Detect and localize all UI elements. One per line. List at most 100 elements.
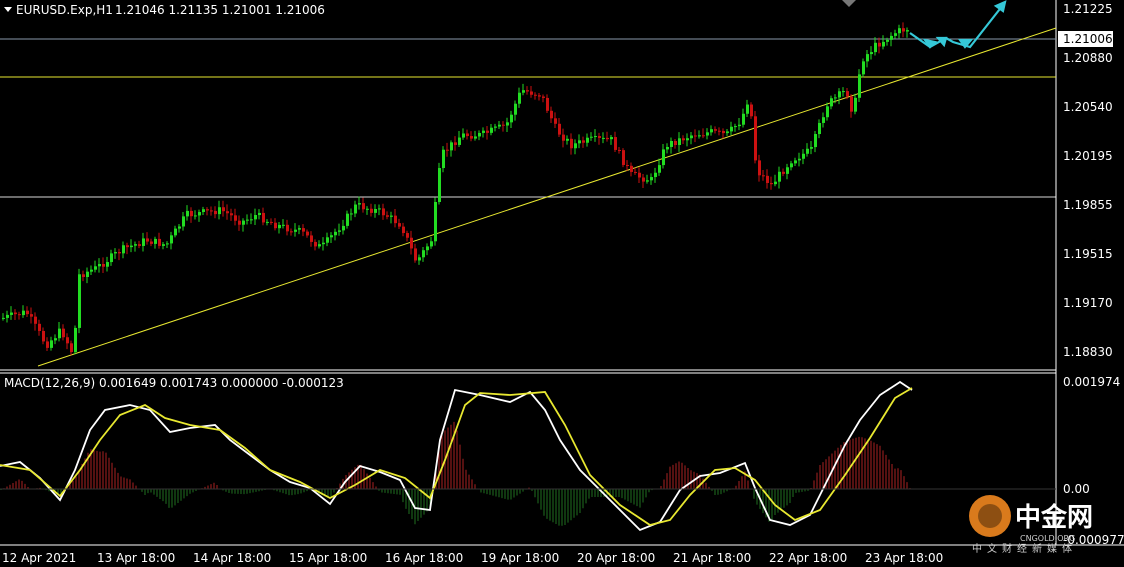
candle-body	[70, 343, 73, 353]
candle-body	[222, 207, 225, 212]
candle-body	[142, 238, 145, 246]
candle-body	[902, 28, 905, 32]
candle-body	[318, 244, 321, 247]
candle-body	[698, 135, 701, 137]
candle-body	[710, 129, 713, 133]
candle-body	[246, 219, 249, 221]
candle-body	[402, 226, 405, 234]
candle-body	[122, 245, 125, 254]
candle-body	[58, 328, 61, 339]
candle-body	[110, 253, 113, 263]
candle-body	[802, 153, 805, 159]
candle-body	[370, 208, 373, 213]
candle-body	[154, 238, 157, 244]
candle-body	[310, 235, 313, 242]
candle-body	[482, 130, 485, 133]
candle-body	[542, 96, 545, 98]
candle-body	[518, 92, 521, 104]
candle-body	[74, 327, 77, 353]
candle-body	[458, 137, 461, 145]
candle-body	[534, 94, 537, 96]
candle-body	[418, 257, 421, 261]
candle-body	[146, 238, 149, 242]
candle-body	[650, 177, 653, 181]
candle-body	[350, 213, 353, 215]
candle-body	[526, 90, 529, 92]
candle-body	[38, 323, 41, 331]
candle-body	[854, 97, 857, 112]
candle-body	[82, 274, 85, 277]
candle-body	[342, 225, 345, 231]
candle-body	[490, 127, 493, 133]
candle-body	[822, 117, 825, 123]
time-label: 14 Apr 18:00	[193, 551, 271, 565]
time-label: 19 Apr 18:00	[481, 551, 559, 565]
candle-body	[298, 228, 301, 230]
candle-body	[366, 208, 369, 210]
candle-body	[758, 160, 761, 176]
candle-body	[322, 242, 325, 245]
candle-body	[302, 228, 305, 232]
candle-body	[566, 138, 569, 141]
candle-body	[270, 221, 273, 223]
candle-body	[610, 137, 613, 140]
candle-body	[114, 252, 117, 254]
candle-body	[466, 133, 469, 137]
watermark-domain: CNGOLD.ORG	[1020, 534, 1075, 543]
trading-chart[interactable]: EURUSD.Exp,H1 1.21046 1.21135 1.21001 1.…	[0, 0, 1124, 567]
candle-body	[694, 135, 697, 137]
candle-body	[182, 216, 185, 227]
candle-body	[722, 130, 725, 134]
candle-body	[170, 235, 173, 244]
candle-body	[158, 238, 161, 246]
candle-body	[138, 244, 141, 246]
candle-body	[546, 97, 549, 111]
watermark-brand: 中金网	[1015, 502, 1093, 533]
candle-body	[386, 215, 389, 217]
candle-body	[850, 96, 853, 112]
candle-body	[166, 243, 169, 245]
candle-body	[586, 137, 589, 143]
candle-body	[190, 210, 193, 217]
candle-body	[886, 39, 889, 42]
candle-body	[478, 132, 481, 137]
candle-body	[194, 215, 197, 217]
candle-body	[658, 165, 661, 173]
candle-body	[470, 136, 473, 139]
candle-body	[450, 142, 453, 151]
candle-body	[42, 330, 45, 342]
symbol-label: EURUSD.Exp,H1	[16, 3, 113, 17]
candle-body	[670, 140, 673, 147]
candle-body	[238, 220, 241, 225]
candle-body	[282, 224, 285, 226]
candle-body	[578, 140, 581, 144]
candle-body	[870, 52, 873, 55]
candle-body	[510, 114, 513, 123]
candle-body	[394, 215, 397, 224]
candle-body	[514, 103, 517, 115]
price-tick: 1.20880	[1063, 51, 1113, 65]
candle-body	[554, 118, 557, 124]
time-label: 13 Apr 18:00	[97, 551, 175, 565]
candle-body	[346, 213, 349, 226]
candle-body	[210, 210, 213, 212]
candle-body	[14, 312, 17, 315]
candle-body	[538, 95, 541, 97]
candle-body	[218, 207, 221, 215]
candle-body	[226, 211, 229, 214]
candle-body	[878, 42, 881, 47]
time-label: 21 Apr 18:00	[673, 551, 751, 565]
candle-body	[446, 149, 449, 151]
candle-body	[826, 106, 829, 118]
candle-body	[746, 104, 749, 114]
candle-body	[474, 136, 477, 139]
candle-body	[118, 252, 121, 254]
candle-body	[786, 167, 789, 174]
candle-body	[430, 241, 433, 247]
price-tick: 1.19855	[1063, 198, 1113, 212]
candle-body	[106, 262, 109, 267]
candle-body	[890, 35, 893, 40]
candle-body	[842, 91, 845, 93]
candle-body	[774, 181, 777, 185]
time-label: 22 Apr 18:00	[769, 551, 847, 565]
